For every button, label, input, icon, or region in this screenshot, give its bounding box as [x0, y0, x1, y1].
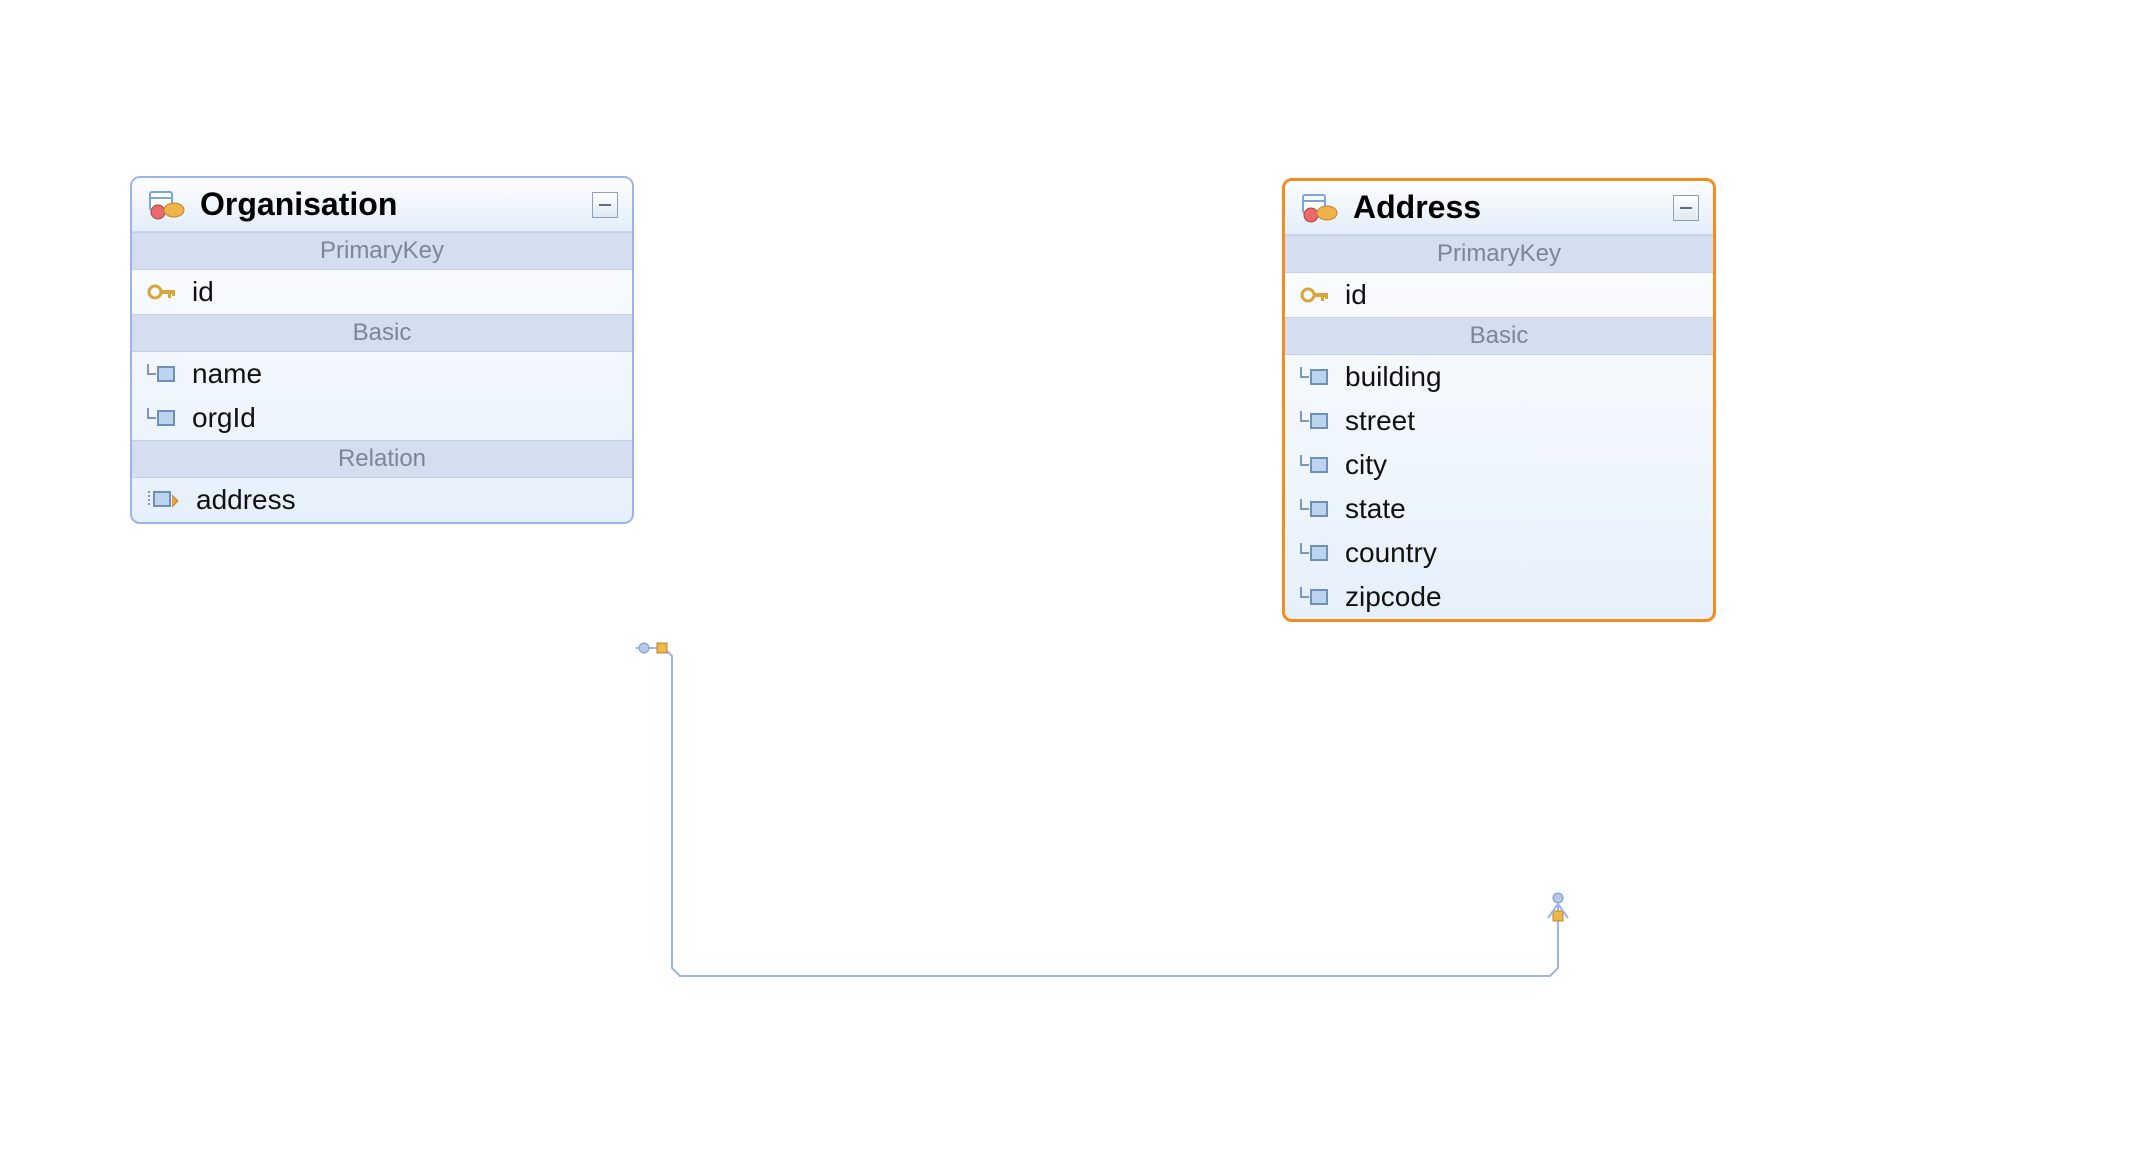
field-label: id — [178, 276, 214, 308]
field-row-building[interactable]: building — [1285, 355, 1713, 399]
section-relation-label: Relation — [132, 440, 632, 478]
entity-class-icon — [146, 190, 186, 220]
relation-icon — [146, 487, 182, 513]
field-label: state — [1331, 493, 1406, 525]
field-icon — [1299, 409, 1331, 433]
field-icon — [146, 362, 178, 386]
relationship-connector — [0, 0, 2144, 1160]
field-row-state[interactable]: state — [1285, 487, 1713, 531]
field-icon — [1299, 497, 1331, 521]
field-row-city[interactable]: city — [1285, 443, 1713, 487]
field-label: zipcode — [1331, 581, 1442, 613]
entity-class-icon — [1299, 193, 1339, 223]
section-primarykey-label: PrimaryKey — [1285, 235, 1713, 273]
field-icon — [1299, 365, 1331, 389]
field-row-street[interactable]: street — [1285, 399, 1713, 443]
entity-title: Address — [1339, 189, 1673, 226]
entity-title: Organisation — [186, 186, 592, 223]
field-label: id — [1331, 279, 1367, 311]
section-primarykey-label: PrimaryKey — [132, 232, 632, 270]
field-label: name — [178, 358, 262, 390]
field-label: street — [1331, 405, 1415, 437]
diagram-canvas[interactable]: Organisation PrimaryKey id Basic name — [0, 0, 2144, 1160]
section-basic-label: Basic — [1285, 317, 1713, 355]
field-row-zipcode[interactable]: zipcode — [1285, 575, 1713, 619]
field-row-id[interactable]: id — [132, 270, 632, 314]
section-basic-label: Basic — [132, 314, 632, 352]
entity-organisation[interactable]: Organisation PrimaryKey id Basic name — [130, 176, 634, 524]
primary-key-icon — [146, 280, 178, 304]
field-label: orgId — [178, 402, 256, 434]
cardinality-marker — [657, 643, 667, 653]
primary-key-icon — [1299, 283, 1331, 307]
field-row-address-relation[interactable]: address — [132, 478, 632, 522]
field-label: address — [182, 484, 296, 516]
field-icon — [1299, 453, 1331, 477]
field-row-id[interactable]: id — [1285, 273, 1713, 317]
field-label: city — [1331, 449, 1387, 481]
entity-header[interactable]: Organisation — [132, 178, 632, 232]
field-label: building — [1331, 361, 1442, 393]
field-row-name[interactable]: name — [132, 352, 632, 396]
field-label: country — [1331, 537, 1437, 569]
field-icon — [1299, 585, 1331, 609]
field-row-orgid[interactable]: orgId — [132, 396, 632, 440]
entity-header[interactable]: Address — [1285, 181, 1713, 235]
entity-address[interactable]: Address PrimaryKey id Basic building str… — [1282, 178, 1716, 622]
field-row-country[interactable]: country — [1285, 531, 1713, 575]
field-icon — [146, 406, 178, 430]
collapse-button[interactable] — [1673, 195, 1699, 221]
collapse-button[interactable] — [592, 192, 618, 218]
field-icon — [1299, 541, 1331, 565]
